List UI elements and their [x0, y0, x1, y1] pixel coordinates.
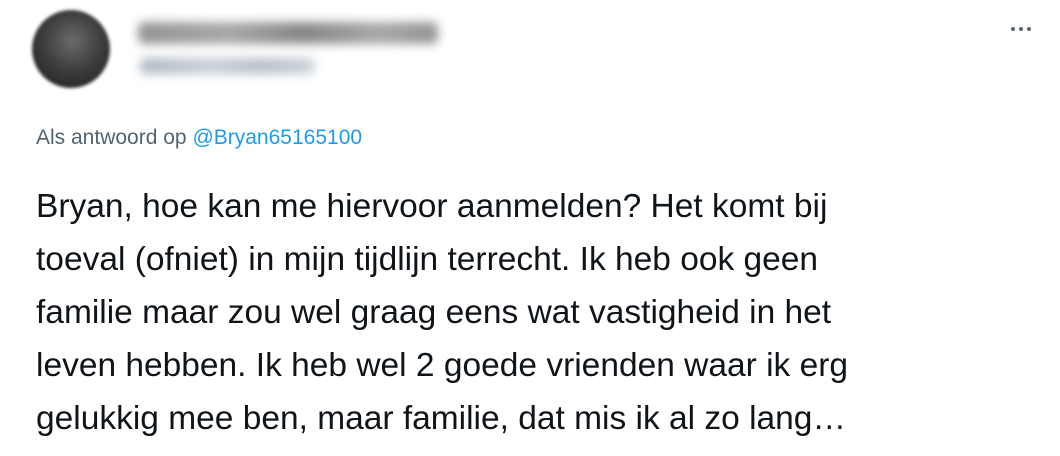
more-horizontal-icon: [1011, 27, 1015, 31]
reply-mention-link[interactable]: @Bryan65165100: [192, 126, 362, 149]
avatar[interactable]: [32, 10, 110, 88]
more-horizontal-icon: [1019, 27, 1023, 31]
tweet: Als antwoord op @Bryan65165100 Bryan, ho…: [0, 0, 1060, 456]
tweet-text: Bryan, hoe kan me hiervoor aanmelden? He…: [36, 180, 1036, 445]
reply-prefix: Als antwoord op: [36, 126, 187, 149]
tweet-text-line: toeval (ofniet) in mijn tijdlijn terrech…: [36, 241, 819, 278]
tweet-text-line: Bryan, hoe kan me hiervoor aanmelden? He…: [36, 188, 828, 225]
display-name-redacted[interactable]: [138, 22, 438, 44]
user-handle-redacted[interactable]: [140, 58, 315, 74]
more-horizontal-icon: [1027, 27, 1031, 31]
more-options-button[interactable]: [1004, 14, 1038, 44]
tweet-text-line: familie maar zou wel graag eens wat vast…: [36, 294, 832, 331]
tweet-text-line: gelukkig mee ben, maar familie, dat mis …: [36, 400, 846, 437]
tweet-text-line: leven hebben. Ik heb wel 2 goede vriende…: [36, 347, 848, 384]
reply-context: Als antwoord op @Bryan65165100: [36, 124, 362, 152]
